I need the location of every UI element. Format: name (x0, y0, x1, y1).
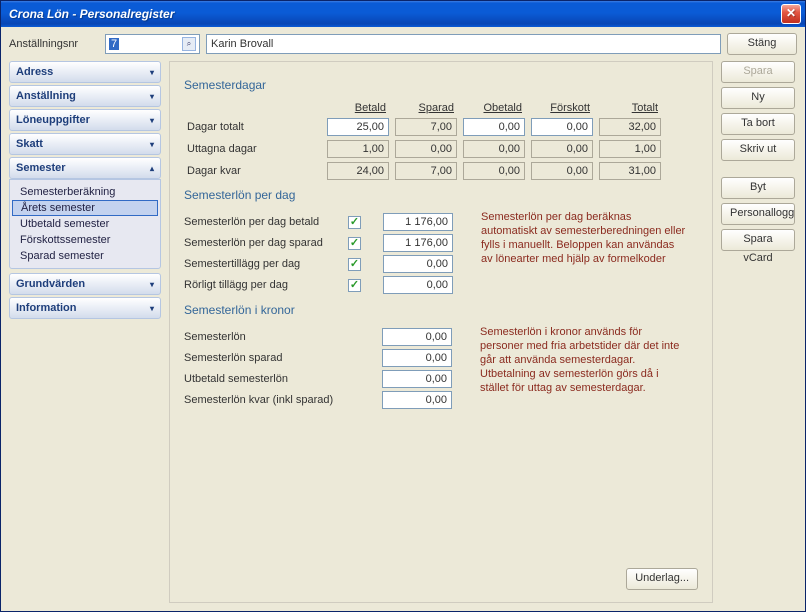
kronor-b-label: Semesterlön sparad (184, 352, 382, 364)
section-semesterdagar: Semesterdagar (184, 78, 698, 92)
cell: 0,00 (531, 162, 593, 180)
lookup-icon[interactable]: ⌕ (182, 37, 196, 51)
chevron-down-icon: ▾ (150, 68, 154, 77)
anstallningsnr-input[interactable]: 7 ⌕ (105, 34, 200, 54)
window-title: Crona Lön - Personalregister (9, 7, 781, 21)
stang-button[interactable]: Stäng (727, 33, 797, 55)
acc-loneuppgifter[interactable]: Löneuppgifter▾ (9, 109, 161, 131)
underlag-button[interactable]: Underlag... (626, 568, 698, 590)
cell[interactable]: 0,00 (531, 118, 593, 136)
main-panel: Semesterdagar Betald Sparad Obetald Förs… (169, 61, 713, 603)
acc-semester[interactable]: Semester▴ (9, 157, 161, 179)
chevron-down-icon: ▾ (150, 92, 154, 101)
ny-button[interactable]: Ny (721, 87, 795, 109)
personallogg-button[interactable]: Personallogg (721, 203, 795, 225)
sidebar-item-forskott[interactable]: Förskottssemester (10, 232, 160, 248)
kronor-fields: Semesterlön 0,00 Semesterlön sparad 0,00… (184, 325, 452, 412)
cell[interactable]: 25,00 (327, 118, 389, 136)
acc-anstallning[interactable]: Anställning▾ (9, 85, 161, 107)
semesterdagar-table: Betald Sparad Obetald Förskott Totalt Da… (184, 100, 664, 182)
perday-tillagg-label: Semestertillägg per dag (184, 258, 344, 270)
col-betald: Betald (324, 100, 392, 116)
perday-sparad-input[interactable]: 1 176,00 (383, 234, 453, 252)
employee-name-input[interactable]: Karin Brovall (206, 34, 721, 54)
close-icon[interactable]: ✕ (781, 4, 801, 24)
chevron-up-icon: ▴ (150, 164, 154, 173)
chevron-down-icon: ▾ (150, 140, 154, 149)
sidebar-item-semesterberakning[interactable]: Semesterberäkning (10, 184, 160, 200)
sidebar-item-arets-semester[interactable]: Årets semester (12, 200, 158, 216)
spara-button: Spara (721, 61, 795, 83)
row-dagar-totalt: Dagar totalt 25,00 7,00 0,00 0,00 32,00 (184, 116, 664, 138)
perday-help: Semesterlön per dag beräknas automatiskt… (481, 210, 686, 266)
cell: 0,00 (463, 162, 525, 180)
cell: 32,00 (599, 118, 661, 136)
perday-sparad-label: Semesterlön per dag sparad (184, 237, 344, 249)
kronor-d-input[interactable]: 0,00 (382, 391, 452, 409)
perday-betald-check[interactable]: ✓ (348, 216, 361, 229)
byt-nummer-button[interactable]: Byt nummer (721, 177, 795, 199)
header-row: Anställningsnr 7 ⌕ Karin Brovall Stäng (1, 27, 805, 61)
cell: 1,00 (327, 140, 389, 158)
acc-skatt[interactable]: Skatt▾ (9, 133, 161, 155)
employee-name-value: Karin Brovall (211, 38, 273, 50)
perday-tillagg-check[interactable]: ✓ (348, 258, 361, 271)
cell: 31,00 (599, 162, 661, 180)
cell: 24,00 (327, 162, 389, 180)
col-sparad: Sparad (392, 100, 460, 116)
kronor-b-input[interactable]: 0,00 (382, 349, 452, 367)
kronor-a-input[interactable]: 0,00 (382, 328, 452, 346)
cell[interactable]: 0,00 (463, 118, 525, 136)
acc-semester-panel: Semesterberäkning Årets semester Utbetal… (9, 179, 161, 269)
perday-sparad-check[interactable]: ✓ (348, 237, 361, 250)
cell: 7,00 (395, 118, 457, 136)
section-kronor: Semesterlön i kronor (184, 303, 698, 317)
cell: 1,00 (599, 140, 661, 158)
chevron-down-icon: ▾ (150, 280, 154, 289)
kronor-c-label: Utbetald semesterlön (184, 373, 382, 385)
acc-grundvarden[interactable]: Grundvärden▾ (9, 273, 161, 295)
perday-betald-label: Semesterlön per dag betald (184, 216, 344, 228)
sidebar-item-sparad[interactable]: Sparad semester (10, 248, 160, 264)
perday-rorligt-check[interactable]: ✓ (348, 279, 361, 292)
anstallningsnr-label: Anställningsnr (9, 38, 99, 50)
col-obetald: Obetald (460, 100, 528, 116)
perday-betald-input[interactable]: 1 176,00 (383, 213, 453, 231)
row-uttagna: Uttagna dagar 1,00 0,00 0,00 0,00 1,00 (184, 138, 664, 160)
acc-information[interactable]: Information▾ (9, 297, 161, 319)
chevron-down-icon: ▾ (150, 116, 154, 125)
perday-fields: Semesterlön per dag betald ✓ 1 176,00 Se… (184, 210, 453, 297)
chevron-down-icon: ▾ (150, 304, 154, 313)
sidebar: Adress▾ Anställning▾ Löneuppgifter▾ Skat… (9, 61, 161, 603)
app-window: Crona Lön - Personalregister ✕ Anställni… (0, 0, 806, 612)
cell: 0,00 (463, 140, 525, 158)
spara-vcard-button[interactable]: Spara vCard (721, 229, 795, 251)
row-kvar: Dagar kvar 24,00 7,00 0,00 0,00 31,00 (184, 160, 664, 182)
acc-adress[interactable]: Adress▾ (9, 61, 161, 83)
cell: 7,00 (395, 162, 457, 180)
cell: 0,00 (531, 140, 593, 158)
skriv-ut-button[interactable]: Skriv ut (721, 139, 795, 161)
perday-tillagg-input[interactable]: 0,00 (383, 255, 453, 273)
col-forskott: Förskott (528, 100, 596, 116)
anstallningsnr-value: 7 (109, 38, 119, 50)
perday-rorligt-input[interactable]: 0,00 (383, 276, 453, 294)
section-perday: Semesterlön per dag (184, 188, 698, 202)
perday-rorligt-label: Rörligt tillägg per dag (184, 279, 344, 291)
kronor-c-input[interactable]: 0,00 (382, 370, 452, 388)
titlebar: Crona Lön - Personalregister ✕ (1, 1, 805, 27)
right-buttons: Spara Ny Ta bort Skriv ut Byt nummer Per… (721, 61, 797, 603)
kronor-help: Semesterlön i kronor används för persone… (480, 325, 685, 395)
col-totalt: Totalt (596, 100, 664, 116)
kronor-a-label: Semesterlön (184, 331, 382, 343)
cell: 0,00 (395, 140, 457, 158)
kronor-d-label: Semesterlön kvar (inkl sparad) (184, 394, 382, 406)
sidebar-item-utbetald[interactable]: Utbetald semester (10, 216, 160, 232)
ta-bort-button[interactable]: Ta bort (721, 113, 795, 135)
